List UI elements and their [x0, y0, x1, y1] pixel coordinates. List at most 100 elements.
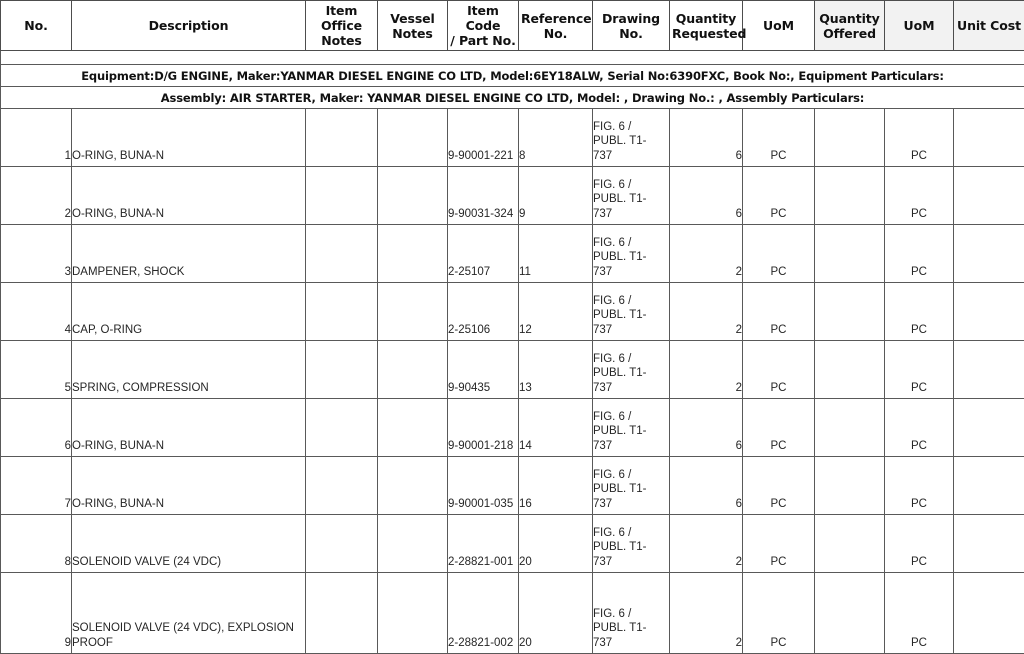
cell-uom_requested[interactable]: PC [743, 573, 815, 654]
cell-uom_requested[interactable]: PC [743, 225, 815, 283]
cell-vessel_notes[interactable] [378, 283, 448, 341]
cell-unit_cost[interactable] [954, 283, 1024, 341]
cell-qty_offered[interactable] [815, 515, 885, 573]
table-row[interactable]: 9SOLENOID VALVE (24 VDC), EXPLOSION PROO… [1, 573, 1024, 654]
cell-qty_offered[interactable] [815, 399, 885, 457]
cell-qty_requested[interactable]: 2 [670, 225, 743, 283]
cell-vessel_notes[interactable] [378, 109, 448, 167]
column-header-description[interactable]: Description [72, 1, 306, 51]
cell-unit_cost[interactable] [954, 341, 1024, 399]
cell-drawing_no[interactable]: FIG. 6 /PUBL. T1-737 [593, 457, 670, 515]
cell-office_notes[interactable] [306, 515, 378, 573]
cell-unit_cost[interactable] [954, 109, 1024, 167]
cell-uom_requested[interactable]: PC [743, 109, 815, 167]
cell-no[interactable]: 8 [1, 515, 72, 573]
cell-qty_offered[interactable] [815, 109, 885, 167]
cell-qty_requested[interactable]: 2 [670, 341, 743, 399]
cell-no[interactable]: 5 [1, 341, 72, 399]
column-header-qty_offered[interactable]: QuantityOffered [815, 1, 885, 51]
cell-vessel_notes[interactable] [378, 167, 448, 225]
cell-office_notes[interactable] [306, 167, 378, 225]
cell-qty_requested[interactable]: 2 [670, 573, 743, 654]
cell-office_notes[interactable] [306, 457, 378, 515]
cell-drawing_no[interactable]: FIG. 6 /PUBL. T1-737 [593, 109, 670, 167]
cell-item_code[interactable]: 2-28821-002 [448, 573, 519, 654]
cell-uom_requested[interactable]: PC [743, 341, 815, 399]
cell-item_code[interactable]: 9-90001-221 [448, 109, 519, 167]
cell-uom_offered[interactable]: PC [885, 457, 954, 515]
cell-office_notes[interactable] [306, 225, 378, 283]
cell-drawing_no[interactable]: FIG. 6 /PUBL. T1-737 [593, 399, 670, 457]
table-row[interactable]: 6O-RING, BUNA-N9-90001-21814FIG. 6 /PUBL… [1, 399, 1024, 457]
table-row[interactable]: 7O-RING, BUNA-N9-90001-03516FIG. 6 /PUBL… [1, 457, 1024, 515]
cell-office_notes[interactable] [306, 341, 378, 399]
cell-uom_requested[interactable]: PC [743, 515, 815, 573]
cell-vessel_notes[interactable] [378, 341, 448, 399]
cell-drawing_no[interactable]: FIG. 6 /PUBL. T1-737 [593, 225, 670, 283]
cell-no[interactable]: 2 [1, 167, 72, 225]
table-row[interactable]: 4CAP, O-RING 2-2510612FIG. 6 /PUBL. T1-73… [1, 283, 1024, 341]
cell-vessel_notes[interactable] [378, 457, 448, 515]
cell-uom_requested[interactable]: PC [743, 457, 815, 515]
cell-uom_offered[interactable]: PC [885, 573, 954, 654]
cell-reference_no[interactable]: 12 [519, 283, 593, 341]
cell-item_code[interactable]: 2-25106 [448, 283, 519, 341]
column-header-reference_no[interactable]: ReferenceNo. [519, 1, 593, 51]
column-header-uom_requested[interactable]: UoM [743, 1, 815, 51]
cell-unit_cost[interactable] [954, 573, 1024, 654]
cell-drawing_no[interactable]: FIG. 6 /PUBL. T1-737 [593, 167, 670, 225]
column-header-drawing_no[interactable]: DrawingNo. [593, 1, 670, 51]
cell-qty_offered[interactable] [815, 225, 885, 283]
cell-vessel_notes[interactable] [378, 225, 448, 283]
table-row[interactable]: 8SOLENOID VALVE (24 VDC)2-28821-00120FIG… [1, 515, 1024, 573]
cell-item_code[interactable]: 9-90001-035 [448, 457, 519, 515]
cell-item_code[interactable]: 9-90031-324 [448, 167, 519, 225]
cell-qty_offered[interactable] [815, 167, 885, 225]
cell-unit_cost[interactable] [954, 167, 1024, 225]
cell-item_code[interactable]: 2-25107 [448, 225, 519, 283]
cell-uom_offered[interactable]: PC [885, 515, 954, 573]
cell-no[interactable]: 3 [1, 225, 72, 283]
cell-office_notes[interactable] [306, 283, 378, 341]
column-header-office_notes[interactable]: Item OfficeNotes [306, 1, 378, 51]
column-header-uom_offered[interactable]: UoM [885, 1, 954, 51]
cell-vessel_notes[interactable] [378, 399, 448, 457]
cell-description[interactable]: SOLENOID VALVE (24 VDC) [72, 515, 306, 573]
cell-vessel_notes[interactable] [378, 573, 448, 654]
cell-no[interactable]: 1 [1, 109, 72, 167]
column-header-unit_cost[interactable]: Unit Cost [954, 1, 1024, 51]
cell-unit_cost[interactable] [954, 515, 1024, 573]
cell-drawing_no[interactable]: FIG. 6 /PUBL. T1-737 [593, 283, 670, 341]
cell-uom_requested[interactable]: PC [743, 399, 815, 457]
cell-drawing_no[interactable]: FIG. 6 /PUBL. T1-737 [593, 341, 670, 399]
column-header-no[interactable]: No. [1, 1, 72, 51]
table-row[interactable]: 2O-RING, BUNA-N9-90031-3249FIG. 6 /PUBL.… [1, 167, 1024, 225]
cell-qty_offered[interactable] [815, 341, 885, 399]
cell-reference_no[interactable]: 13 [519, 341, 593, 399]
cell-qty_requested[interactable]: 6 [670, 399, 743, 457]
cell-description[interactable]: O-RING, BUNA-N [72, 167, 306, 225]
cell-drawing_no[interactable]: FIG. 6 /PUBL. T1-737 [593, 573, 670, 654]
cell-no[interactable]: 4 [1, 283, 72, 341]
cell-qty_requested[interactable]: 6 [670, 457, 743, 515]
cell-description[interactable]: O-RING, BUNA-N [72, 109, 306, 167]
cell-vessel_notes[interactable] [378, 515, 448, 573]
cell-no[interactable]: 6 [1, 399, 72, 457]
cell-uom_offered[interactable]: PC [885, 341, 954, 399]
cell-no[interactable]: 9 [1, 573, 72, 654]
cell-reference_no[interactable]: 11 [519, 225, 593, 283]
cell-unit_cost[interactable] [954, 225, 1024, 283]
cell-item_code[interactable]: 2-28821-001 [448, 515, 519, 573]
cell-uom_offered[interactable]: PC [885, 167, 954, 225]
cell-uom_offered[interactable]: PC [885, 283, 954, 341]
cell-qty_requested[interactable]: 6 [670, 109, 743, 167]
cell-uom_offered[interactable]: PC [885, 399, 954, 457]
cell-unit_cost[interactable] [954, 399, 1024, 457]
cell-description[interactable]: CAP, O-RING [72, 283, 306, 341]
cell-qty_requested[interactable]: 2 [670, 515, 743, 573]
cell-description[interactable]: DAMPENER, SHOCK [72, 225, 306, 283]
cell-drawing_no[interactable]: FIG. 6 /PUBL. T1-737 [593, 515, 670, 573]
column-header-qty_requested[interactable]: QuantityRequested [670, 1, 743, 51]
cell-reference_no[interactable]: 20 [519, 573, 593, 654]
table-row[interactable]: 5SPRING, COMPRESSION9-9043513FIG. 6 /PUB… [1, 341, 1024, 399]
